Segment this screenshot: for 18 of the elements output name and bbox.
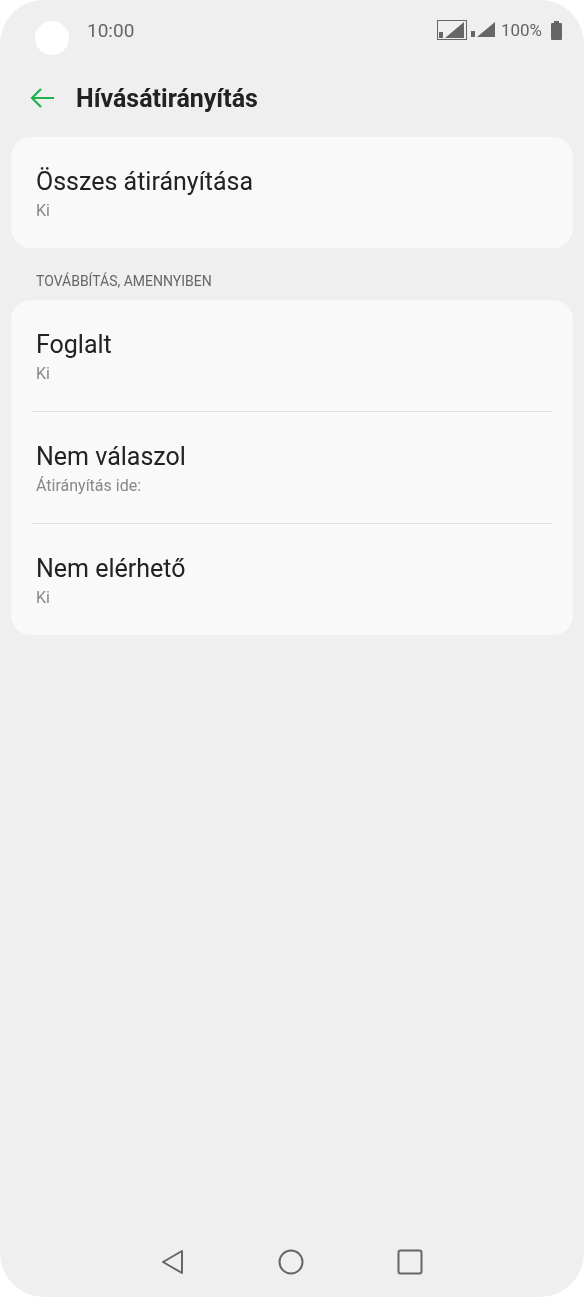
setting-summary: Ki [36, 364, 50, 383]
back-nav-button[interactable] [161, 1249, 186, 1275]
setting-title[interactable]: Összes átirányítása [36, 167, 254, 196]
setting-title[interactable]: Nem elérhető [36, 554, 186, 583]
recents-nav-button[interactable] [396, 1249, 423, 1275]
setting-title[interactable]: Foglalt [36, 330, 112, 359]
signal-icon [469, 20, 496, 40]
setting-summary: Ki [36, 201, 50, 220]
setting-summary: Átirányítás ide: [36, 476, 142, 495]
clock: 10:00 [87, 18, 135, 42]
signal-icon [436, 19, 467, 41]
section-heading: TOVÁBBÍTÁS, AMENNYIBEN [36, 273, 212, 289]
home-nav-button[interactable] [278, 1249, 304, 1275]
battery-level: 100% [500, 20, 542, 40]
screen-title: Hívásátirányítás [76, 83, 258, 113]
battery-icon [551, 20, 562, 40]
setting-summary: Ki [36, 588, 50, 607]
setting-title[interactable]: Nem válaszol [36, 442, 186, 471]
